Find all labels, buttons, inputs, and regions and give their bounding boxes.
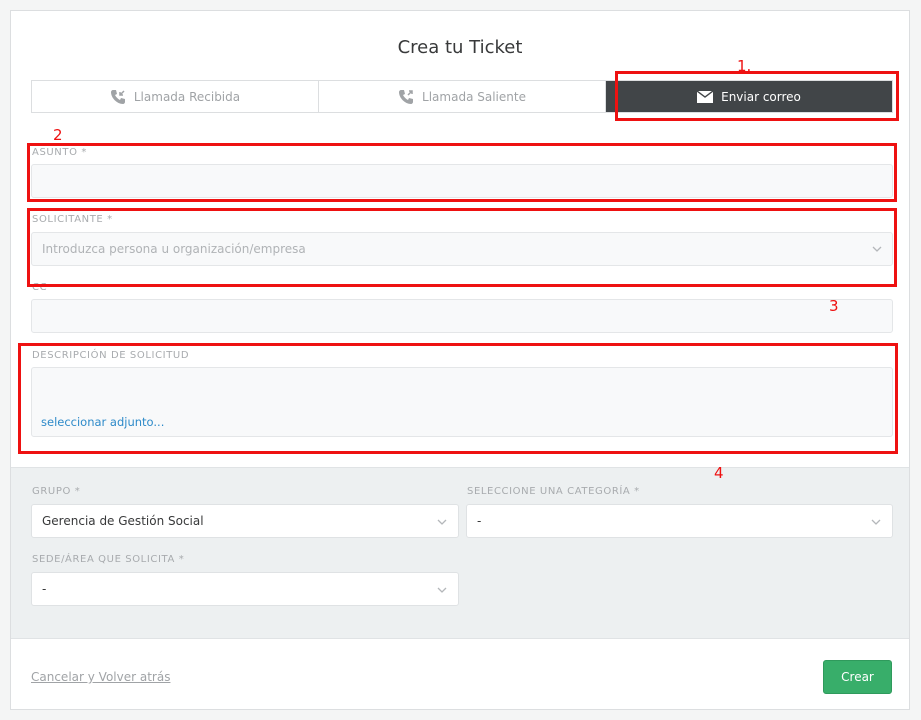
sede-value: -: [42, 582, 47, 596]
asunto-label: ASUNTO *: [32, 147, 87, 158]
ticket-attributes-section: GRUPO * Gerencia de Gestión Social SELEC…: [11, 467, 909, 639]
tab-llamada-recibida[interactable]: Llamada Recibida: [32, 81, 319, 112]
grupo-label: GRUPO *: [32, 486, 81, 497]
cc-input[interactable]: [31, 299, 893, 333]
cancel-link[interactable]: Cancelar y Volver atrás: [31, 670, 170, 684]
chevron-down-icon: [871, 519, 881, 525]
descripcion-label: DESCRIPCIÓN DE SOLICITUD: [32, 350, 190, 361]
create-button[interactable]: Crear: [823, 660, 892, 694]
categoria-value: -: [477, 514, 482, 528]
annotation-number-1: 1.: [737, 57, 752, 75]
ticket-type-tabs: Llamada Recibida Llamada Saliente Enviar…: [31, 80, 893, 113]
tab-enviar-correo[interactable]: Enviar correo: [606, 81, 892, 112]
tab-label: Llamada Saliente: [422, 89, 526, 104]
sede-select[interactable]: -: [31, 572, 459, 606]
phone-in-icon: [110, 89, 125, 104]
annotation-number-4: 4: [714, 464, 724, 482]
tab-label: Llamada Recibida: [133, 89, 241, 104]
chevron-down-icon: [437, 519, 447, 525]
mail-icon: [697, 90, 714, 103]
asunto-input[interactable]: [31, 164, 893, 198]
phone-out-icon: [399, 89, 414, 104]
solicitante-select[interactable]: [31, 232, 893, 266]
annotation-number-3: 3: [829, 297, 839, 315]
chevron-down-icon: [872, 246, 882, 252]
tab-llamada-saliente[interactable]: Llamada Saliente: [319, 81, 606, 112]
annotation-number-2: 2: [53, 126, 63, 144]
categoria-label: SELECCIONE UNA CATEGORÍA *: [467, 486, 640, 497]
grupo-select[interactable]: Gerencia de Gestión Social: [31, 504, 459, 538]
ticket-create-panel: Crea tu Ticket Llamada Recibida Llamada …: [10, 10, 910, 710]
cc-label: CC: [32, 282, 48, 293]
descripcion-textarea[interactable]: seleccionar adjunto...: [31, 367, 893, 437]
chevron-down-icon: [437, 587, 447, 593]
attach-file-link[interactable]: seleccionar adjunto...: [41, 415, 164, 429]
page-title: Crea tu Ticket: [397, 37, 523, 58]
solicitante-input[interactable]: [31, 232, 893, 266]
categoria-select[interactable]: -: [466, 504, 893, 538]
grupo-value: Gerencia de Gestión Social: [42, 514, 204, 528]
sede-label: SEDE/ÁREA QUE SOLICITA *: [32, 554, 185, 565]
tab-label: Enviar correo: [721, 89, 801, 104]
solicitante-label: SOLICITANTE *: [32, 214, 113, 225]
